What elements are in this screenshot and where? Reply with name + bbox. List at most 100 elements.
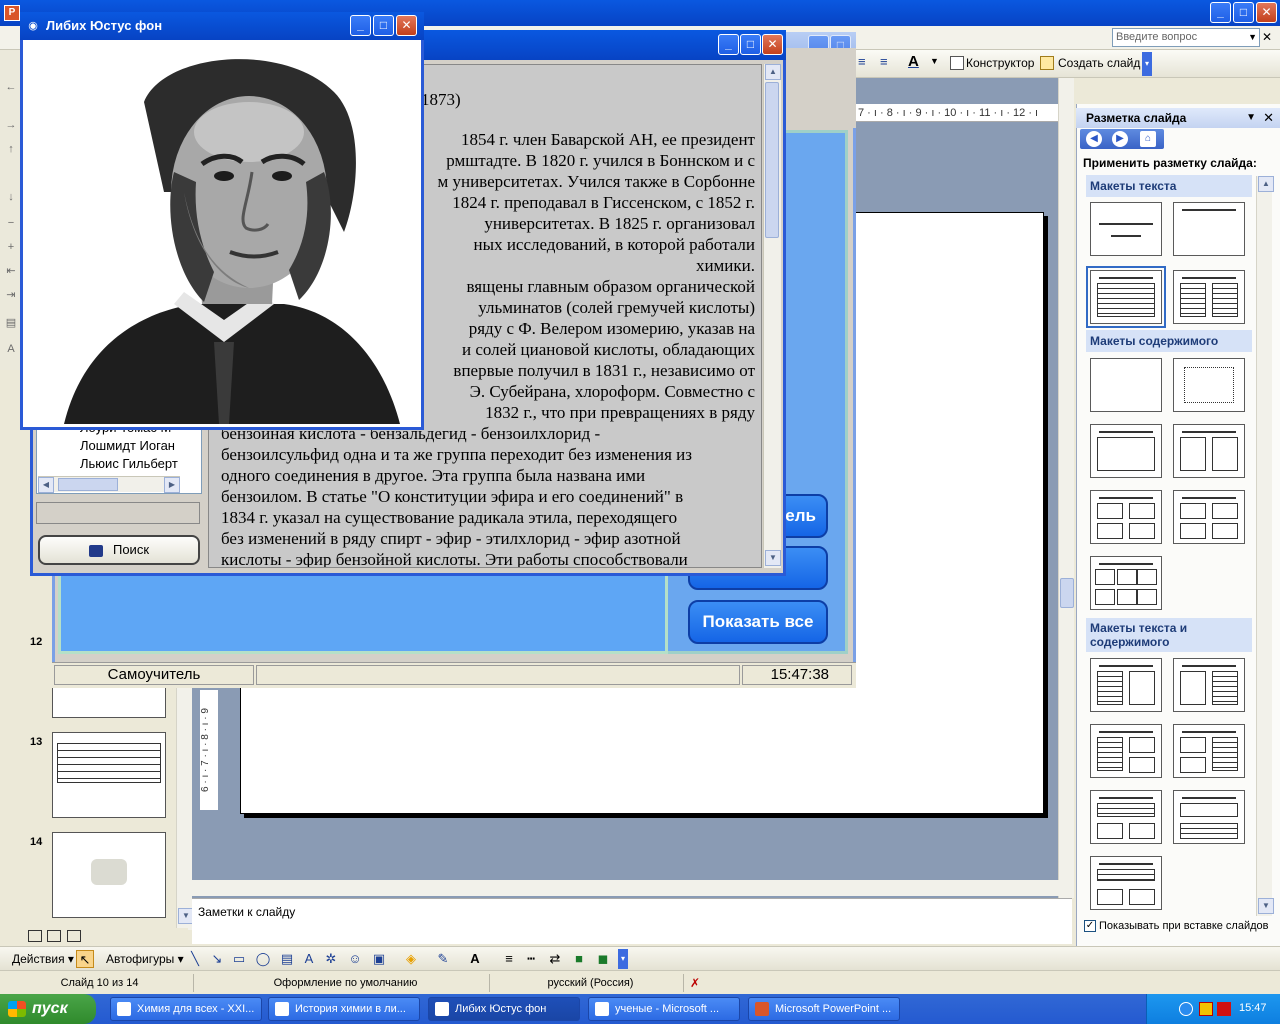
layout-title-and-content[interactable] — [1090, 424, 1162, 478]
actions-menu[interactable]: Действия ▾ — [12, 952, 74, 966]
sorter-view-icon[interactable] — [47, 930, 62, 942]
summary-slide-icon[interactable]: ▤ — [4, 316, 18, 330]
close-button[interactable]: ✕ — [762, 34, 783, 55]
biography-scrollbar[interactable]: ▲ ▼ — [763, 64, 781, 568]
dash-style-icon[interactable]: ┅ — [522, 950, 540, 968]
show-on-insert-row[interactable]: ✓ Показывать при вставке слайдов — [1084, 920, 1269, 933]
editing-vertical-scrollbar[interactable] — [1058, 78, 1074, 898]
picture-icon[interactable]: ▣ — [370, 950, 388, 968]
maximize-button[interactable]: □ — [740, 34, 761, 55]
layout-title-two-content[interactable] — [1173, 424, 1245, 478]
scroll-thumb[interactable] — [765, 82, 779, 238]
collapse-all-icon[interactable]: ⇤ — [4, 264, 18, 278]
diagram-icon[interactable]: ✲ — [322, 950, 340, 968]
show-formatting-icon[interactable]: A — [4, 342, 18, 356]
back-icon[interactable]: ◀ — [1086, 131, 1102, 147]
normal-view-icon[interactable] — [28, 930, 42, 942]
textbox-icon[interactable]: ▤ — [278, 950, 296, 968]
layout-title-only[interactable] — [1173, 202, 1245, 256]
scroll-up-icon[interactable]: ▲ — [765, 64, 781, 80]
layout-text-two-content[interactable] — [1090, 724, 1162, 778]
task-button-history[interactable]: История химии в ли... — [268, 997, 420, 1021]
scroll-down-icon[interactable]: ▼ — [765, 550, 781, 566]
layout-two-column-text[interactable] — [1173, 270, 1245, 324]
layout-text-four-content[interactable] — [1090, 856, 1162, 910]
help-search-input[interactable]: Введите вопрос ▼ — [1112, 28, 1260, 47]
minimize-button[interactable]: _ — [718, 34, 739, 55]
close-button[interactable]: ✕ — [1256, 2, 1277, 23]
layout-six-content[interactable] — [1090, 556, 1162, 610]
forward-icon[interactable]: ▶ — [1112, 131, 1128, 147]
close-button[interactable]: ✕ — [396, 15, 417, 36]
font-color-icon[interactable]: A — [908, 53, 926, 73]
toolbar-options-icon[interactable]: ▾ — [1142, 52, 1152, 76]
task-button-powerpoint[interactable]: Microsoft PowerPoint ... — [748, 997, 900, 1021]
layout-text-and-content[interactable] — [1090, 658, 1162, 712]
minimize-button[interactable]: _ — [1210, 2, 1231, 23]
scientist-list-item[interactable]: Лошмидт Иоган — [80, 438, 175, 453]
scroll-thumb[interactable] — [1060, 578, 1074, 608]
expand-all-icon[interactable]: ⇥ — [4, 288, 18, 302]
new-slide-button[interactable]: Создать слайд — [1058, 56, 1140, 70]
arrow-icon[interactable]: ↘ — [208, 950, 226, 968]
expand-icon[interactable]: + — [4, 240, 18, 254]
designer-icon[interactable] — [950, 56, 964, 70]
chevron-down-icon[interactable]: ▼ — [1246, 108, 1256, 128]
layout-content[interactable] — [1173, 358, 1245, 412]
demote-icon[interactable]: → — [4, 118, 18, 132]
collapse-icon[interactable]: − — [4, 216, 18, 230]
show-on-insert-checkbox[interactable]: ✓ — [1084, 920, 1096, 933]
powerpoint-app-icon[interactable]: P — [4, 5, 20, 21]
tray-arrow-icon[interactable] — [1179, 1002, 1193, 1016]
clipart-icon[interactable]: ☺ — [346, 950, 364, 968]
layout-title-four-content[interactable] — [1173, 490, 1245, 544]
home-icon[interactable]: ⌂ — [1140, 131, 1156, 147]
designer-button[interactable]: Конструктор — [966, 56, 1034, 70]
slide-thumbnail-13[interactable] — [52, 732, 166, 818]
move-up-icon[interactable]: ↑ — [4, 142, 18, 156]
wordart-icon[interactable]: A — [300, 950, 318, 968]
scroll-up-icon[interactable]: ▲ — [1258, 176, 1274, 192]
search-button[interactable]: Поиск — [38, 535, 200, 565]
font-color-icon[interactable]: A — [466, 950, 484, 968]
warning-icon[interactable] — [1199, 1002, 1213, 1016]
task-pane-scrollbar[interactable]: ▲ ▼ — [1256, 176, 1274, 916]
slideshow-view-icon[interactable] — [66, 930, 81, 942]
show-all-button[interactable]: Показать все — [688, 600, 828, 644]
bullets-icon[interactable]: ≡ — [858, 54, 872, 72]
section-text-layouts[interactable]: Макеты текста — [1086, 175, 1252, 197]
list-horizontal-scrollbar[interactable]: ◀ ▶ — [38, 476, 180, 493]
line-style-icon[interactable]: ≡ — [500, 950, 518, 968]
close-icon[interactable]: ✕ — [1263, 108, 1274, 128]
layout-content-and-text[interactable] — [1173, 658, 1245, 712]
scroll-right-icon[interactable]: ▶ — [164, 477, 180, 493]
search-field[interactable] — [36, 502, 200, 524]
scroll-thumb[interactable] — [58, 478, 118, 491]
fill-color-icon[interactable]: ◈ — [402, 950, 420, 968]
indent-icon[interactable]: ≡ — [880, 54, 894, 72]
editing-horizontal-scrollbar[interactable] — [192, 880, 1072, 896]
notes-pane[interactable] — [192, 898, 1072, 944]
close-document-icon[interactable]: ✕ — [1262, 30, 1272, 44]
shadow-style-icon[interactable]: ■ — [570, 950, 588, 968]
section-content-layouts[interactable]: Макеты содержимого — [1086, 330, 1252, 352]
section-text-content-layouts[interactable]: Макеты текста и содержимого — [1086, 618, 1252, 652]
promote-icon[interactable]: ← — [4, 80, 18, 94]
slide-thumbnail-14[interactable] — [52, 832, 166, 918]
task-button-liebig[interactable]: Либих Юстус фон — [428, 997, 580, 1021]
layout-title-content-2[interactable] — [1090, 490, 1162, 544]
autoshapes-menu[interactable]: Автофигуры ▾ — [106, 952, 184, 966]
task-button-chemistry[interactable]: Химия для всех - XXI... — [110, 997, 262, 1021]
chevron-down-icon[interactable]: ▼ — [930, 56, 939, 66]
layout-title-slide[interactable] — [1090, 202, 1162, 256]
toolbar-options-icon[interactable]: ▾ — [618, 949, 628, 969]
start-button[interactable]: пуск — [0, 994, 96, 1024]
maximize-button[interactable]: □ — [373, 15, 394, 36]
3d-style-icon[interactable]: ◼ — [594, 950, 612, 968]
spelling-status-icon[interactable]: ✗ — [690, 976, 700, 990]
select-pointer-icon[interactable]: ↖ — [76, 950, 94, 968]
line-color-icon[interactable]: ✎ — [434, 950, 452, 968]
rectangle-icon[interactable]: ▭ — [230, 950, 248, 968]
line-icon[interactable]: ╲ — [186, 950, 204, 968]
layout-title-text-over-content[interactable] — [1090, 790, 1162, 844]
